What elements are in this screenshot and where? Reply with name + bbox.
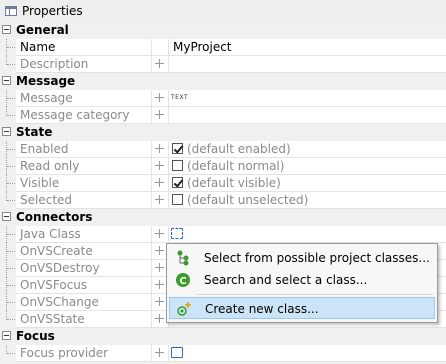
property-row-read-only[interactable]: Read only (default normal) [0,158,446,175]
panel-titlebar: Properties [0,0,446,23]
read-only-checkbox[interactable] [172,160,183,171]
class-search-icon: C [176,273,190,287]
category-label: Message [16,74,76,88]
pin-icon[interactable] [155,263,164,272]
message-value-field[interactable]: TEXT [168,90,446,107]
new-class-icon [177,302,191,316]
property-label: OnVSCreate [20,244,93,258]
property-row-selected[interactable]: Selected (default unselected) [0,192,446,209]
class-context-menu: Select from possible project classes... … [166,243,438,323]
enabled-checkbox[interactable] [172,143,183,154]
property-label: Enabled [20,142,69,156]
selected-checkbox[interactable] [172,194,183,205]
menu-item-label: Create new class... [205,302,319,316]
property-row-name[interactable]: Name MyProject [0,39,446,56]
pin-icon[interactable] [155,314,164,323]
name-value-field[interactable]: MyProject [168,39,446,56]
property-label: Visible [20,176,60,190]
collapse-toggle-icon[interactable] [2,331,11,340]
browse-class-button[interactable] [171,224,183,239]
pin-icon[interactable] [155,144,164,153]
property-label: OnVSDestroy [20,261,100,275]
property-label: Read only [20,159,80,173]
property-row-focus-provider[interactable]: Focus provider [0,343,446,362]
property-value: MyProject [173,40,232,54]
property-label: Focus provider [20,346,109,360]
description-value-field[interactable] [168,56,446,73]
category-state[interactable]: State [0,124,446,141]
property-row-message-category[interactable]: Message category [0,107,446,124]
pin-icon[interactable] [155,229,164,238]
property-label: Message [20,91,73,105]
property-label: OnVSFocus [20,278,88,292]
pin-icon[interactable] [155,195,164,204]
property-row-java-class[interactable]: Java Class [0,224,446,243]
message-category-value-field[interactable] [168,107,446,124]
property-row-enabled[interactable]: Enabled (default enabled) [0,141,446,158]
checkbox-label: (default unselected) [187,193,309,207]
category-label: Connectors [16,210,93,224]
pin-icon[interactable] [155,297,164,306]
pin-icon[interactable] [155,280,164,289]
property-label: Selected [20,193,73,207]
category-message[interactable]: Message [0,73,446,90]
property-label: OnVSState [20,312,85,326]
checkbox-label: (default visible) [187,176,281,190]
collapse-toggle-icon[interactable] [2,212,11,221]
tree-classes-icon [177,250,189,266]
menu-item-label: Search and select a class... [204,273,368,287]
collapse-toggle-icon[interactable] [2,76,11,85]
property-row-visible[interactable]: Visible (default visible) [0,175,446,192]
property-label: OnVSChange [20,295,99,309]
property-label: Description [20,57,89,71]
checkbox-label: (default normal) [187,159,285,173]
pin-icon[interactable] [155,93,164,102]
category-label: Focus [16,329,55,343]
visible-checkbox[interactable] [172,177,183,188]
browse-focus-provider-button[interactable] [171,343,183,358]
menu-separator [197,294,433,295]
category-label: State [16,125,53,139]
pin-icon[interactable] [155,59,164,68]
category-focus[interactable]: Focus [0,328,446,345]
svg-text:C: C [179,276,186,287]
pin-icon[interactable] [155,178,164,187]
pin-icon[interactable] [155,348,164,357]
collapse-toggle-icon[interactable] [2,25,11,34]
category-general[interactable]: General [0,22,446,39]
collapse-toggle-icon[interactable] [2,127,11,136]
panel-title: Properties [22,4,83,18]
pin-icon[interactable] [155,246,164,255]
menu-item-create-new-class[interactable]: Create new class... [169,297,435,319]
properties-window-icon [5,6,17,16]
category-connectors[interactable]: Connectors [0,209,446,226]
menu-item-select-project-class[interactable]: Select from possible project classes... [169,247,435,269]
menu-item-label: Select from possible project classes... [204,251,430,265]
checkbox-label: (default enabled) [187,142,291,156]
menu-item-search-class[interactable]: C Search and select a class... [169,269,435,291]
category-label: General [16,23,69,37]
property-label: Message category [20,108,130,122]
property-label: Name [20,40,56,54]
pin-icon[interactable] [155,161,164,170]
property-row-description[interactable]: Description [0,56,446,73]
property-row-message[interactable]: Message TEXT [0,90,446,107]
property-label: Java Class [20,227,81,241]
text-type-icon: TEXT [171,94,189,101]
pin-icon[interactable] [155,110,164,119]
